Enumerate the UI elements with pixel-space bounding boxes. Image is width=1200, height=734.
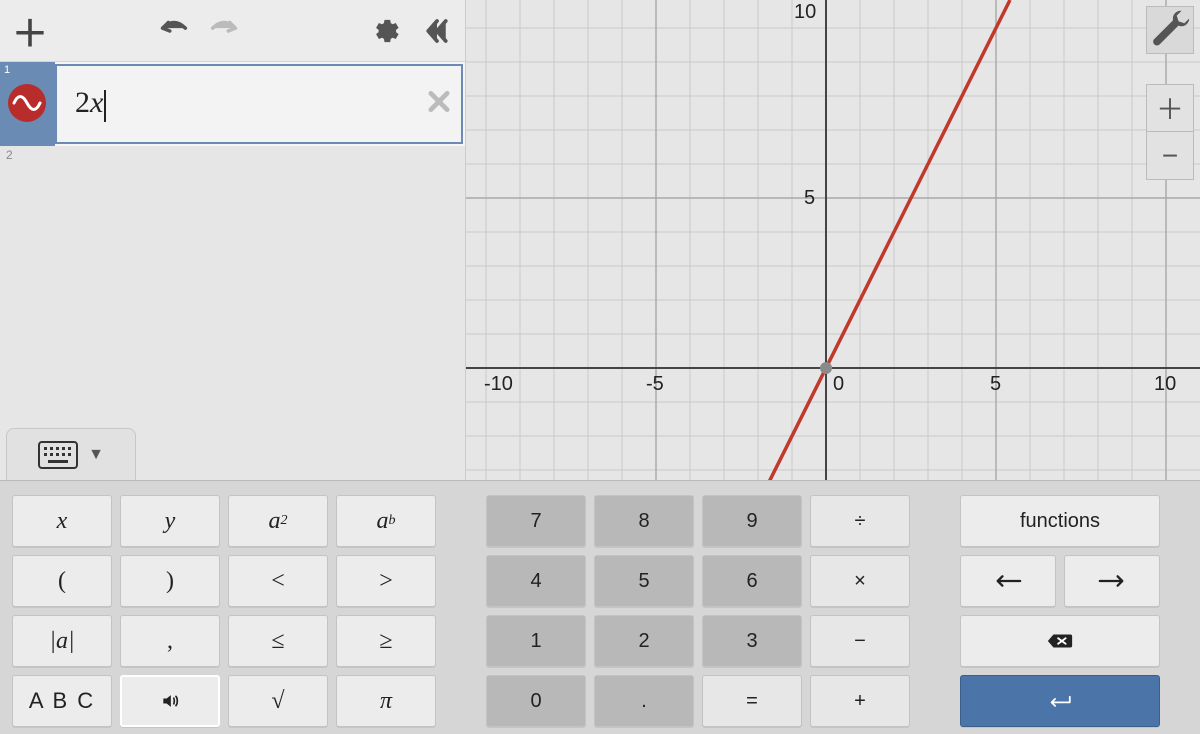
undo-button[interactable]	[150, 0, 198, 62]
wrench-icon	[1147, 7, 1193, 53]
row-index-tab[interactable]: 1	[0, 62, 55, 146]
key-equals[interactable]: =	[702, 675, 802, 727]
key-5[interactable]: 5	[594, 555, 694, 607]
keyboard-toggle-tab[interactable]: ▼	[6, 428, 136, 480]
delete-expression-button[interactable]	[425, 88, 453, 121]
sidebar-toolbar: ＋	[0, 0, 465, 62]
graph-svg: -10 -5 0 5 10 5 10	[466, 0, 1200, 480]
text-cursor	[104, 90, 106, 122]
keyboard-icon	[38, 441, 78, 469]
key-functions[interactable]: functions	[960, 495, 1160, 547]
key-greater-than[interactable]: >	[336, 555, 436, 607]
graph-settings-button[interactable]	[1146, 6, 1194, 54]
key-pi[interactable]: π	[336, 675, 436, 727]
key-0[interactable]: 0	[486, 675, 586, 727]
key-audio[interactable]	[120, 675, 220, 727]
xtick-label: 0	[833, 373, 844, 395]
key-3[interactable]: 3	[702, 615, 802, 667]
enter-icon	[1046, 691, 1074, 711]
key-less-than[interactable]: <	[228, 555, 328, 607]
expression-text-2: 2	[75, 86, 90, 119]
arrow-left-icon	[994, 571, 1022, 591]
key-a-to-b[interactable]: ab	[336, 495, 436, 547]
redo-button[interactable]	[200, 0, 248, 62]
key-arrow-right[interactable]	[1064, 555, 1160, 607]
key-abc[interactable]: A B C	[12, 675, 112, 727]
key-2[interactable]: 2	[594, 615, 694, 667]
xtick-label: -10	[484, 373, 513, 395]
key-4[interactable]: 4	[486, 555, 586, 607]
key-arrow-left[interactable]	[960, 555, 1056, 607]
key-subtract[interactable]: −	[810, 615, 910, 667]
keypad-algebra: x y a2 ab ( ) < > |a| , ≤ ≥ A B C √ π	[12, 495, 436, 724]
key-1[interactable]: 1	[486, 615, 586, 667]
arrow-right-icon	[1098, 571, 1126, 591]
key-ge[interactable]: ≥	[336, 615, 436, 667]
key-le[interactable]: ≤	[228, 615, 328, 667]
ytick-label: 10	[794, 1, 816, 23]
keypad-numeric: 7 8 9 ÷ 4 5 6 × 1 2 3 − 0 . = +	[486, 495, 910, 724]
xtick-label: -5	[646, 373, 664, 395]
xtick-label: 5	[990, 373, 1001, 395]
key-9[interactable]: 9	[702, 495, 802, 547]
expression-list: 1 22xx 2	[0, 62, 465, 480]
graph-tools: ＋ −	[1146, 6, 1194, 180]
expression-input[interactable]: 22xx	[75, 86, 106, 121]
expression-sidebar: ＋ 1	[0, 0, 466, 480]
key-lparen[interactable]: (	[12, 555, 112, 607]
key-8[interactable]: 8	[594, 495, 694, 547]
key-x[interactable]: x	[12, 495, 112, 547]
row-index-tab: 2	[0, 146, 55, 186]
xtick-label: 10	[1154, 373, 1176, 395]
key-rparen[interactable]: )	[120, 555, 220, 607]
expression-row-1[interactable]: 1 22xx	[0, 62, 465, 146]
key-divide[interactable]: ÷	[810, 495, 910, 547]
key-decimal[interactable]: .	[594, 675, 694, 727]
collapse-sidebar-button[interactable]	[417, 0, 457, 62]
onscreen-keyboard: x y a2 ab ( ) < > |a| , ≤ ≥ A B C √ π 7 …	[0, 480, 1200, 734]
chevron-down-icon: ▼	[88, 446, 104, 464]
key-abs[interactable]: |a|	[12, 615, 112, 667]
expression-input-wrap[interactable]: 22xx	[55, 64, 463, 144]
color-swatch-icon[interactable]	[8, 84, 46, 122]
row-index-number: 1	[4, 64, 10, 76]
origin-point	[820, 362, 832, 374]
key-a-squared[interactable]: a2	[228, 495, 328, 547]
settings-button[interactable]	[361, 0, 409, 62]
key-multiply[interactable]: ×	[810, 555, 910, 607]
graph-canvas[interactable]: -10 -5 0 5 10 5 10 ＋ −	[466, 0, 1200, 480]
key-add[interactable]: +	[810, 675, 910, 727]
row-index-number: 2	[4, 148, 13, 162]
key-6[interactable]: 6	[702, 555, 802, 607]
zoom-in-button[interactable]: ＋	[1146, 84, 1194, 132]
key-comma[interactable]: ,	[120, 615, 220, 667]
speaker-icon	[156, 691, 184, 711]
key-backspace[interactable]	[960, 615, 1160, 667]
ytick-label: 5	[804, 187, 815, 209]
key-7[interactable]: 7	[486, 495, 586, 547]
add-expression-button[interactable]: ＋	[6, 0, 54, 62]
backspace-icon	[1046, 631, 1074, 651]
keypad-nav: functions	[960, 495, 1160, 724]
key-sqrt[interactable]: √	[228, 675, 328, 727]
expression-row-2[interactable]: 2	[0, 146, 465, 186]
key-y[interactable]: y	[120, 495, 220, 547]
key-enter[interactable]	[960, 675, 1160, 727]
zoom-out-button[interactable]: −	[1146, 132, 1194, 180]
